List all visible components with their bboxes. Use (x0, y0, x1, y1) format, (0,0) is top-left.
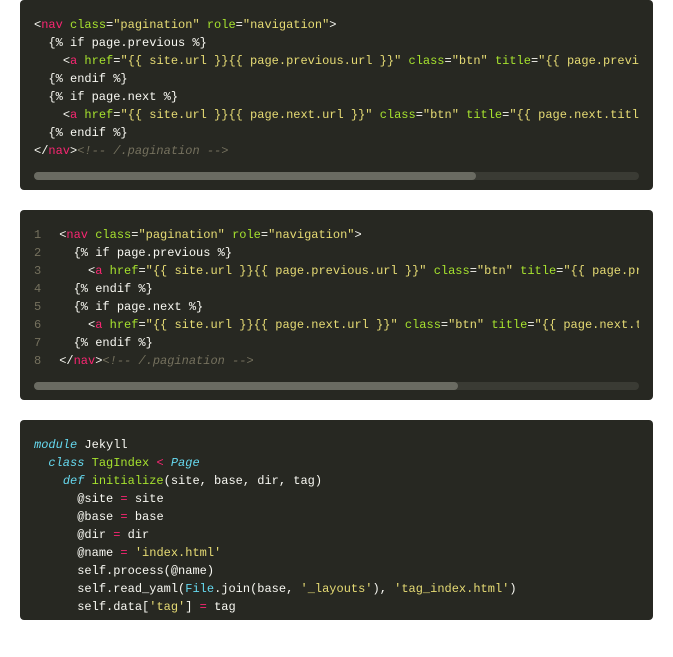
code-block-html-1: <nav class="pagination" role="navigation… (20, 0, 653, 190)
horizontal-scrollbar[interactable] (34, 382, 639, 390)
code-content: <nav class="pagination" role="navigation… (34, 16, 639, 160)
code-content: <nav class="pagination" role="navigation… (59, 226, 639, 370)
code-block-ruby: module Jekyll class TagIndex < Page def … (20, 420, 653, 620)
tag-nav-open: nav (41, 18, 63, 32)
scrollbar-thumb[interactable] (34, 382, 458, 390)
code-block-html-2: 1 2 3 4 5 6 7 8 <nav class="pagination" … (20, 210, 653, 400)
scrollbar-thumb[interactable] (34, 172, 476, 180)
line-numbers: 1 2 3 4 5 6 7 8 (34, 226, 59, 370)
code-content: module Jekyll class TagIndex < Page def … (34, 436, 639, 616)
tag-nav-close: nav (48, 144, 70, 158)
horizontal-scrollbar[interactable] (34, 172, 639, 180)
